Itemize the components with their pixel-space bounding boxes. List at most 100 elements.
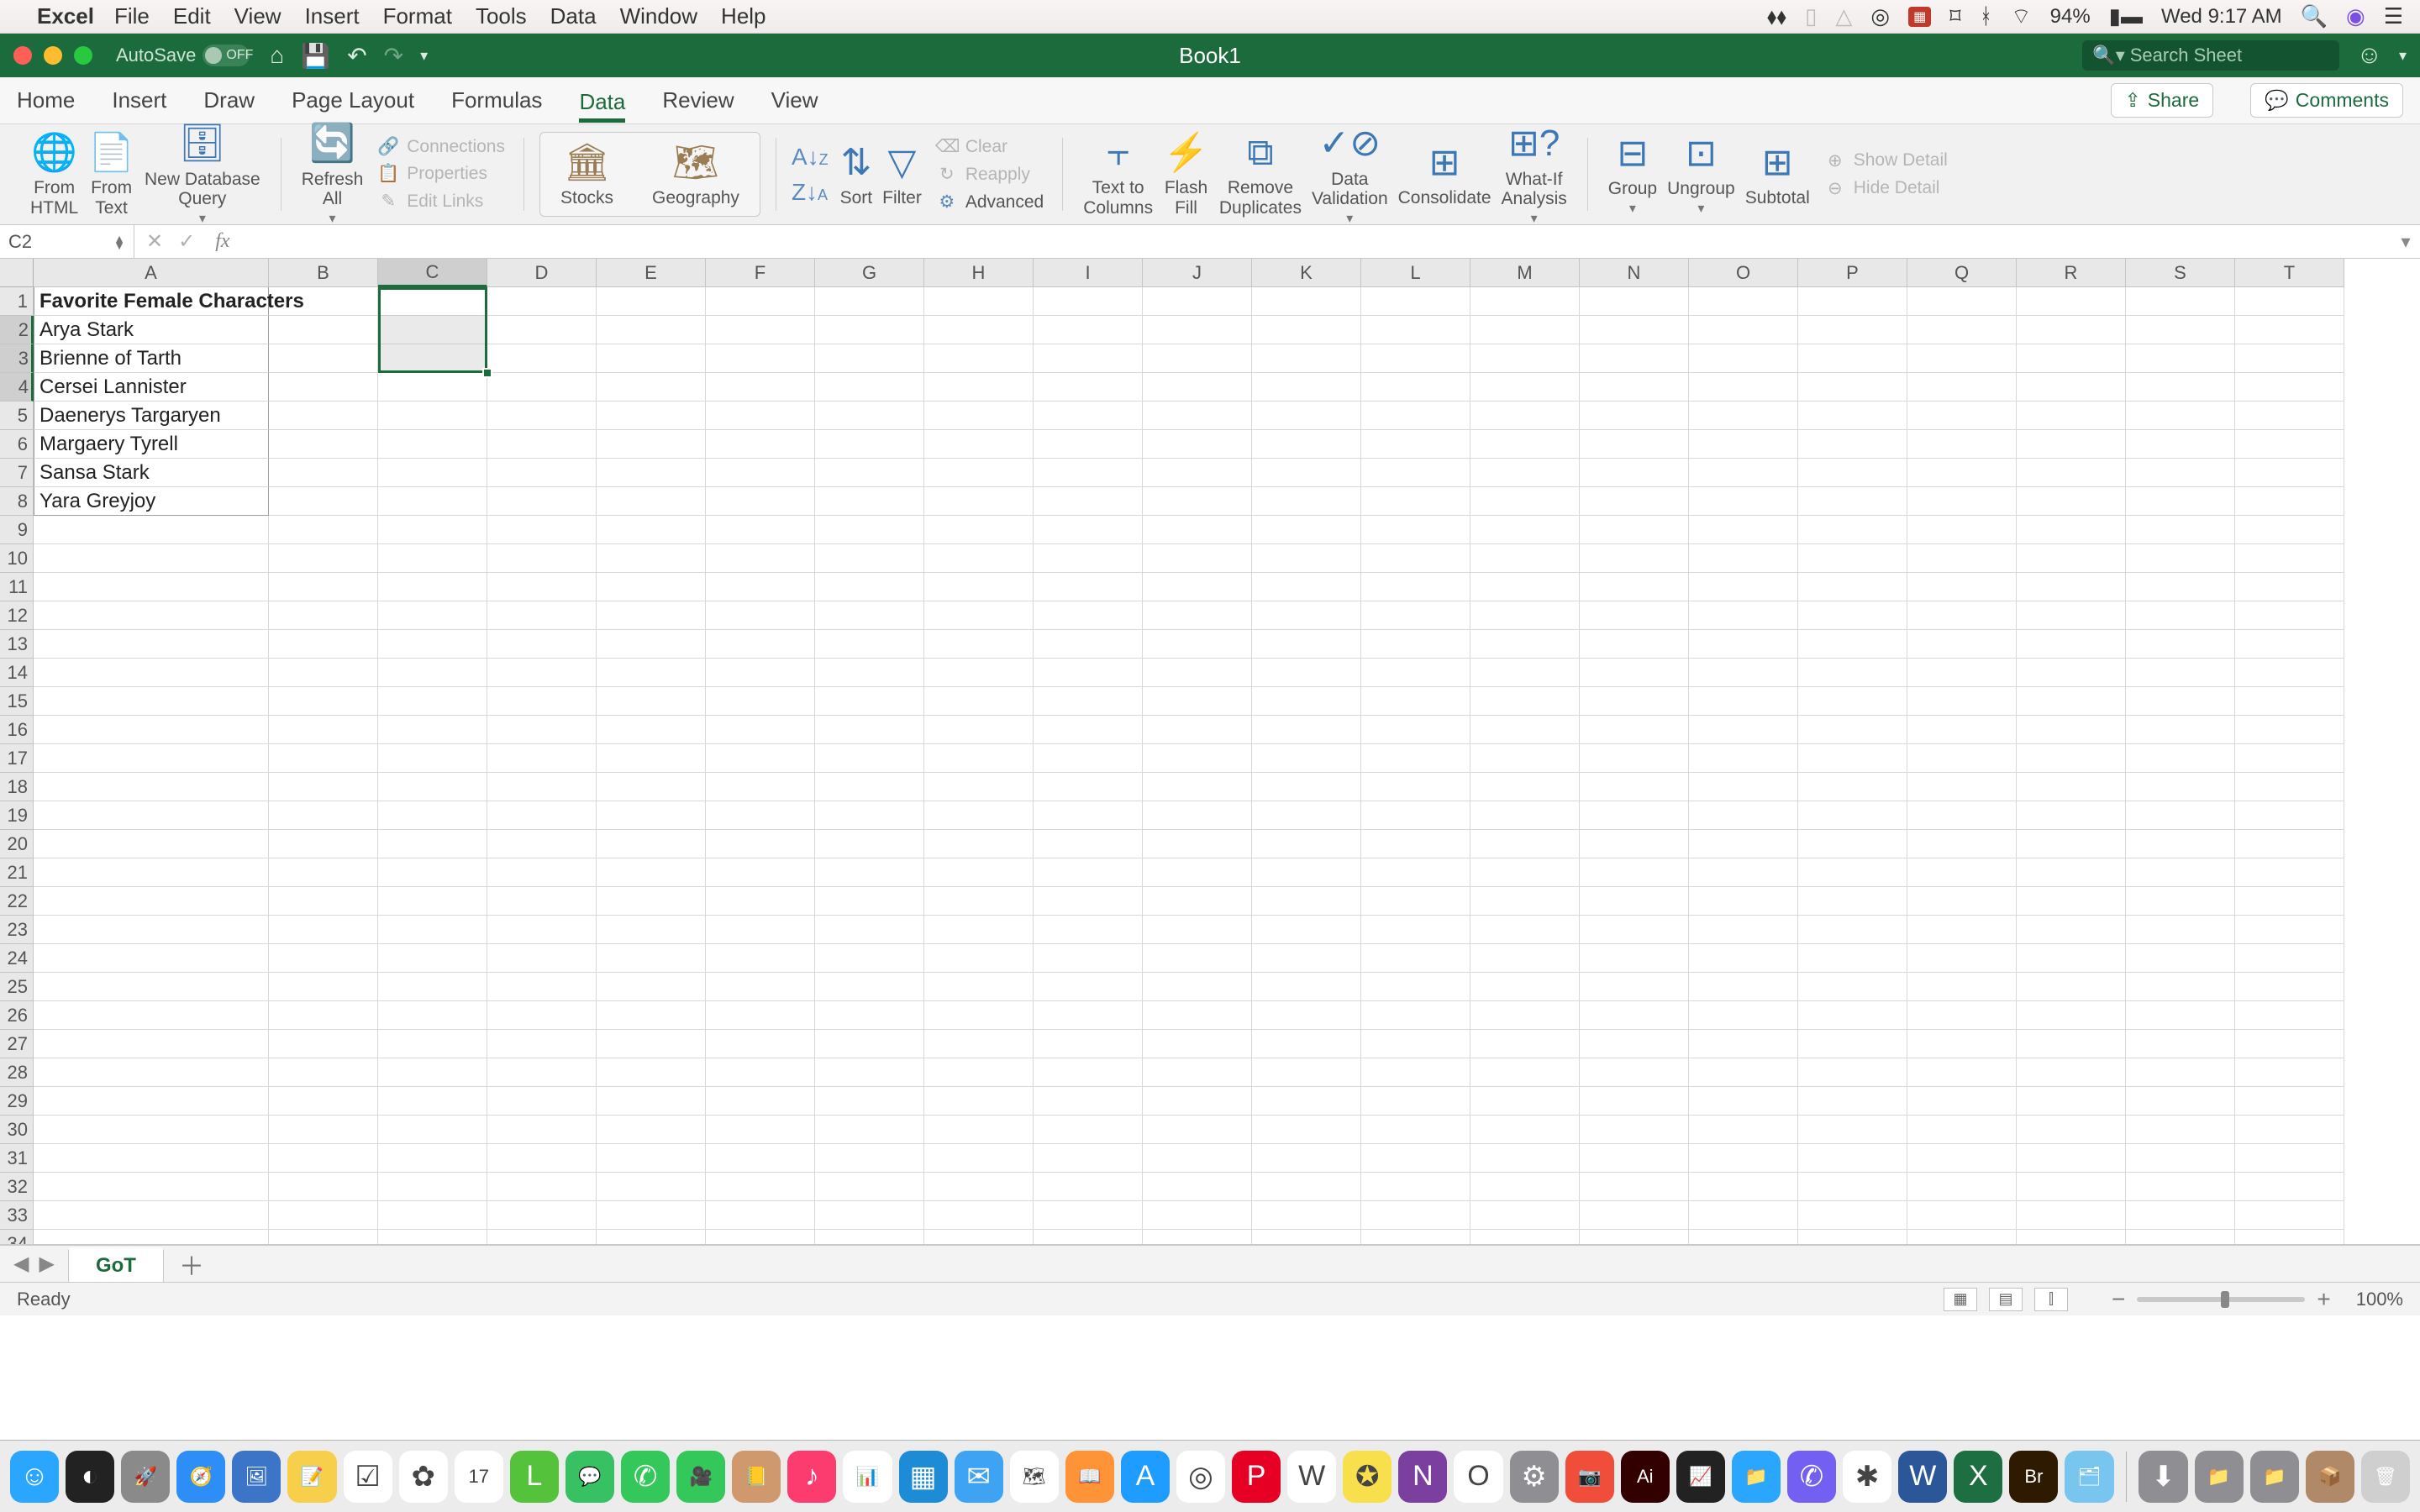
- cell-D12[interactable]: [487, 601, 597, 630]
- cell-E11[interactable]: [597, 573, 706, 601]
- cell-M16[interactable]: [1470, 716, 1580, 744]
- cell-R22[interactable]: [2017, 887, 2126, 916]
- cell-Q4[interactable]: [1907, 373, 2017, 402]
- cell-H5[interactable]: [924, 402, 1034, 430]
- from-text-button[interactable]: 📄From Text: [83, 128, 139, 220]
- cell-P34[interactable]: [1798, 1230, 1907, 1245]
- cell-B34[interactable]: [269, 1230, 378, 1245]
- sort-desc-button[interactable]: Z↓A: [792, 179, 829, 206]
- feedback-caret-icon[interactable]: ▾: [2399, 47, 2407, 65]
- cell-C2[interactable]: [378, 316, 487, 344]
- cell-S6[interactable]: [2126, 430, 2235, 459]
- cell-T25[interactable]: [2235, 973, 2344, 1001]
- text-to-columns-button[interactable]: ⫟Text to Columns: [1078, 128, 1158, 220]
- cell-J27[interactable]: [1143, 1030, 1252, 1058]
- cell-A8[interactable]: Yara Greyjoy: [34, 487, 269, 516]
- cell-D21[interactable]: [487, 858, 597, 887]
- cell-N14[interactable]: [1580, 659, 1689, 687]
- cell-K21[interactable]: [1252, 858, 1361, 887]
- cell-A26[interactable]: [34, 1001, 269, 1030]
- tab-formulas[interactable]: Formulas: [451, 81, 542, 120]
- cell-O18[interactable]: [1689, 773, 1798, 801]
- cell-S11[interactable]: [2126, 573, 2235, 601]
- dock-onenote-icon[interactable]: N: [1398, 1451, 1447, 1503]
- cell-Q24[interactable]: [1907, 944, 2017, 973]
- cell-K13[interactable]: [1252, 630, 1361, 659]
- cell-R8[interactable]: [2017, 487, 2126, 516]
- cell-A20[interactable]: [34, 830, 269, 858]
- cell-E20[interactable]: [597, 830, 706, 858]
- cell-S1[interactable]: [2126, 287, 2235, 316]
- cell-I26[interactable]: [1034, 1001, 1143, 1030]
- name-box[interactable]: C2 ▲▼: [0, 225, 134, 258]
- cell-J5[interactable]: [1143, 402, 1252, 430]
- cell-H11[interactable]: [924, 573, 1034, 601]
- cell-N21[interactable]: [1580, 858, 1689, 887]
- cell-L13[interactable]: [1361, 630, 1470, 659]
- cell-L7[interactable]: [1361, 459, 1470, 487]
- cell-K19[interactable]: [1252, 801, 1361, 830]
- search-sheet-box[interactable]: 🔍▾ Search Sheet: [2082, 40, 2339, 71]
- cell-N1[interactable]: [1580, 287, 1689, 316]
- cell-M26[interactable]: [1470, 1001, 1580, 1030]
- cell-N20[interactable]: [1580, 830, 1689, 858]
- cell-B11[interactable]: [269, 573, 378, 601]
- cell-I1[interactable]: [1034, 287, 1143, 316]
- dock-contacts-icon[interactable]: 📒: [732, 1451, 781, 1503]
- row-header-2[interactable]: 2: [0, 316, 34, 344]
- cell-H29[interactable]: [924, 1087, 1034, 1116]
- dock-folder3-icon[interactable]: 📁: [2250, 1451, 2299, 1503]
- cell-B17[interactable]: [269, 744, 378, 773]
- cell-B26[interactable]: [269, 1001, 378, 1030]
- cell-J7[interactable]: [1143, 459, 1252, 487]
- cell-E28[interactable]: [597, 1058, 706, 1087]
- cell-I6[interactable]: [1034, 430, 1143, 459]
- cell-K17[interactable]: [1252, 744, 1361, 773]
- cell-P3[interactable]: [1798, 344, 1907, 373]
- cell-P16[interactable]: [1798, 716, 1907, 744]
- cell-B1[interactable]: [269, 287, 378, 316]
- dock-launchpad-icon[interactable]: 🚀: [121, 1451, 170, 1503]
- cell-R30[interactable]: [2017, 1116, 2126, 1144]
- cell-O2[interactable]: [1689, 316, 1798, 344]
- cell-O21[interactable]: [1689, 858, 1798, 887]
- cell-O8[interactable]: [1689, 487, 1798, 516]
- cell-E17[interactable]: [597, 744, 706, 773]
- row-header-18[interactable]: 18: [0, 773, 34, 801]
- cell-P33[interactable]: [1798, 1201, 1907, 1230]
- siri-menu-icon[interactable]: ◉: [2346, 3, 2365, 29]
- cell-D11[interactable]: [487, 573, 597, 601]
- cell-J34[interactable]: [1143, 1230, 1252, 1245]
- cell-E29[interactable]: [597, 1087, 706, 1116]
- cell-N18[interactable]: [1580, 773, 1689, 801]
- cell-G10[interactable]: [815, 544, 924, 573]
- cell-G19[interactable]: [815, 801, 924, 830]
- row-header-34[interactable]: 34: [0, 1230, 34, 1245]
- cell-T31[interactable]: [2235, 1144, 2344, 1173]
- cell-Q33[interactable]: [1907, 1201, 2017, 1230]
- menubar-clock[interactable]: Wed 9:17 AM: [2161, 5, 2282, 29]
- cell-F11[interactable]: [706, 573, 815, 601]
- cell-L8[interactable]: [1361, 487, 1470, 516]
- cell-R13[interactable]: [2017, 630, 2126, 659]
- cell-I34[interactable]: [1034, 1230, 1143, 1245]
- cell-H17[interactable]: [924, 744, 1034, 773]
- zoom-slider[interactable]: [2137, 1297, 2305, 1302]
- cell-E24[interactable]: [597, 944, 706, 973]
- cell-L18[interactable]: [1361, 773, 1470, 801]
- cell-B12[interactable]: [269, 601, 378, 630]
- cell-T27[interactable]: [2235, 1030, 2344, 1058]
- row-header-29[interactable]: 29: [0, 1087, 34, 1116]
- col-header-J[interactable]: J: [1143, 259, 1252, 287]
- cell-I12[interactable]: [1034, 601, 1143, 630]
- cell-D14[interactable]: [487, 659, 597, 687]
- cell-S8[interactable]: [2126, 487, 2235, 516]
- cell-R28[interactable]: [2017, 1058, 2126, 1087]
- cell-A13[interactable]: [34, 630, 269, 659]
- cell-G29[interactable]: [815, 1087, 924, 1116]
- cell-A16[interactable]: [34, 716, 269, 744]
- cell-N27[interactable]: [1580, 1030, 1689, 1058]
- cell-B7[interactable]: [269, 459, 378, 487]
- sort-asc-button[interactable]: A↓Z: [792, 144, 829, 171]
- tab-review[interactable]: Review: [662, 81, 734, 120]
